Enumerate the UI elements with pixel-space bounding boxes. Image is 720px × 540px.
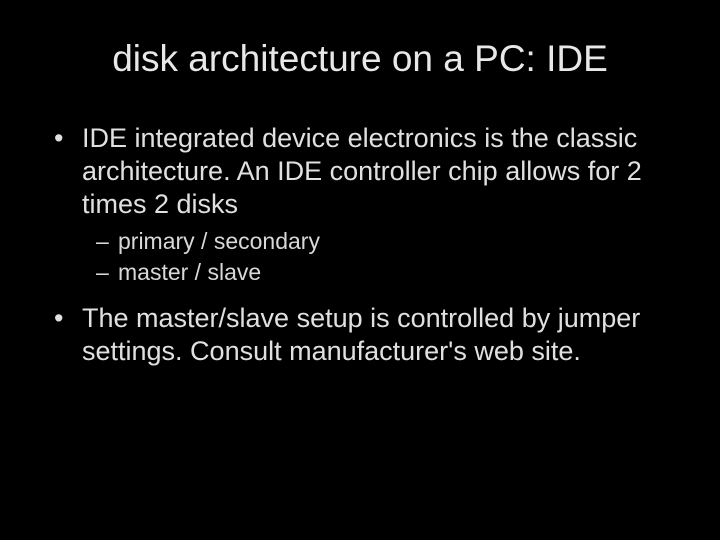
bullet-text: IDE integrated device electronics is the…	[82, 123, 642, 219]
sub-bullet-text: primary / secondary	[118, 228, 320, 254]
sub-bullet-list: primary / secondary master / slave	[82, 227, 680, 288]
bullet-item: IDE integrated device electronics is the…	[48, 122, 680, 288]
slide-title: disk architecture on a PC: IDE	[40, 38, 680, 80]
slide: disk architecture on a PC: IDE IDE integ…	[0, 0, 720, 540]
bullet-item: The master/slave setup is controlled by …	[48, 302, 680, 368]
bullet-text: The master/slave setup is controlled by …	[82, 303, 640, 366]
sub-bullet-text: master / slave	[118, 259, 261, 285]
sub-bullet-item: primary / secondary	[96, 227, 680, 256]
bullet-list: IDE integrated device electronics is the…	[40, 122, 680, 368]
sub-bullet-item: master / slave	[96, 258, 680, 287]
